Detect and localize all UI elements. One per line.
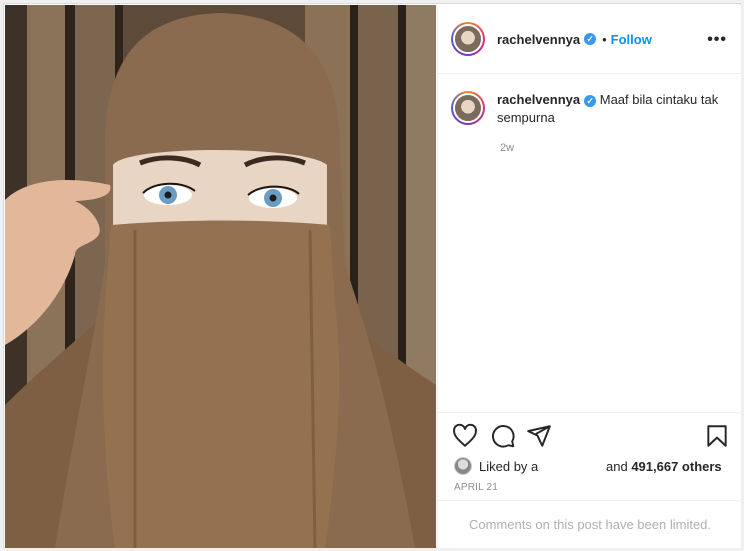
others-text[interactable]: and 491,667 others	[606, 459, 722, 474]
more-options-icon[interactable]: •••	[707, 31, 727, 49]
divider	[438, 500, 742, 501]
caption-story-ring[interactable]	[451, 91, 485, 125]
follow-button[interactable]: Follow	[611, 32, 652, 47]
liked-by-label: Liked by	[479, 458, 528, 474]
post-header: rachelvennya ✓ • Follow •••	[438, 5, 742, 74]
caption-username[interactable]: rachelvennya	[497, 92, 580, 107]
divider	[438, 412, 742, 413]
others-count[interactable]: 491,667 others	[631, 459, 721, 474]
share-icon[interactable]	[526, 423, 552, 449]
caption-time[interactable]: 2w	[500, 142, 514, 154]
liked-by-text: Liked by a	[479, 459, 538, 474]
caption-verified-badge-icon: ✓	[584, 95, 597, 107]
header-username[interactable]: rachelvennya	[497, 32, 580, 47]
caption-avatar[interactable]	[453, 93, 483, 123]
story-ring[interactable]	[451, 22, 485, 56]
avatar[interactable]	[453, 24, 483, 54]
bookmark-icon[interactable]	[704, 423, 730, 449]
comment-icon[interactable]	[490, 423, 516, 449]
portrait-image	[5, 5, 436, 548]
post-side-panel: rachelvennya ✓ • Follow ••• rachelvennya…	[437, 5, 742, 548]
post-photo[interactable]	[5, 5, 436, 548]
verified-badge-icon: ✓	[584, 33, 597, 45]
post-date[interactable]: APRIL 21	[454, 482, 498, 493]
liker-avatar[interactable]	[454, 457, 472, 475]
caption: rachelvennya ✓ Maaf bila cintaku tak semp…	[451, 91, 731, 127]
post-container: rachelvennya ✓ • Follow ••• rachelvennya…	[3, 3, 742, 548]
liked-by-user[interactable]: a	[531, 459, 538, 474]
caption-text: rachelvennya ✓ Maaf bila cintaku tak semp…	[497, 91, 731, 127]
comments-limited-notice: Comments on this post have been limited.	[468, 517, 712, 532]
likes-summary: Liked by a and 491,667 others	[454, 456, 734, 476]
others-prefix: and	[606, 458, 628, 474]
heart-icon[interactable]	[452, 423, 478, 449]
separator-dot: •	[602, 31, 607, 47]
action-bar	[452, 423, 732, 451]
